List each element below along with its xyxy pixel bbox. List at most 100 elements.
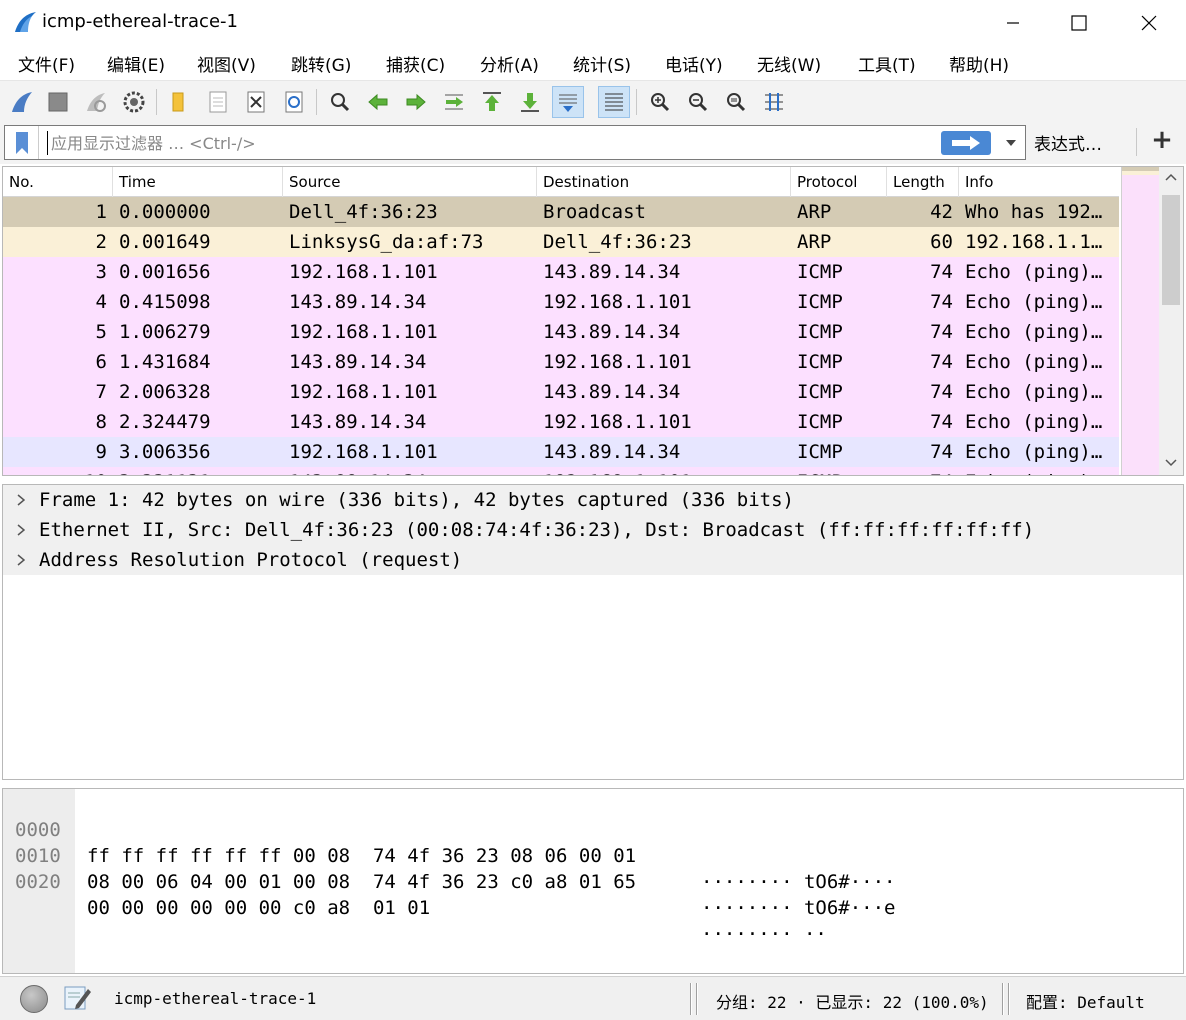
minimize-button[interactable] (990, 0, 1036, 46)
packet-row[interactable]: 6 1.431684 143.89.14.34 192.168.1.101 ICMP 74… (3, 347, 1119, 377)
detail-row-frame[interactable]: Frame 1: 42 bytes on wire (336 bits), 42… (3, 485, 1183, 515)
chevron-right-icon[interactable] (13, 545, 29, 575)
status-profile[interactable]: 配置: Default (1026, 989, 1145, 1013)
menu-help[interactable]: 帮助(H) (949, 51, 1009, 76)
normal-size-button[interactable] (720, 86, 752, 118)
scroll-up-icon[interactable] (1165, 173, 1177, 181)
byte-ascii[interactable]: ········ ·· (701, 921, 827, 947)
byte-hex[interactable]: 00 00 00 00 00 00 c0 a8 01 01 (87, 895, 430, 921)
cell-time: 2.324479 (119, 411, 211, 433)
scrollbar-thumb[interactable] (1162, 195, 1180, 305)
packet-row[interactable]: 2 0.001649 LinksysG_da:af:73 Dell_4f:36:23 A… (3, 227, 1119, 257)
expert-info-indicator[interactable] (20, 985, 48, 1013)
packet-list-minimap[interactable] (1121, 167, 1160, 475)
stop-capture-icon (48, 92, 68, 112)
start-capture-button[interactable] (6, 86, 38, 118)
cell-no: 3 (95, 261, 107, 283)
save-file-button[interactable] (202, 86, 234, 118)
cell-info: Echo (ping)… (965, 467, 1119, 475)
menu-analyze[interactable]: 分析(A) (480, 51, 539, 76)
menu-edit[interactable]: 编辑(E) (107, 51, 165, 76)
byte-hex[interactable]: 08 00 06 04 00 01 00 08 74 4f 36 23 c0 a… (87, 869, 636, 895)
byte-ascii[interactable]: ········ tO6#···· (701, 869, 895, 895)
go-back-button[interactable] (362, 86, 394, 118)
colorize-button[interactable] (598, 86, 630, 118)
packet-row[interactable]: 9 3.006356 192.168.1.101 143.89.14.34 ICMP 74… (3, 437, 1119, 467)
menu-capture[interactable]: 捕获(C) (386, 51, 445, 76)
cell-source: 192.168.1.101 (289, 441, 438, 463)
go-first-packet-button[interactable] (476, 86, 508, 118)
cell-destination: 192.168.1.101 (543, 467, 793, 475)
packet-row[interactable]: 7 2.006328 192.168.1.101 143.89.14.34 ICMP 74… (3, 377, 1119, 407)
reload-file-button[interactable] (278, 86, 310, 118)
go-forward-icon (406, 93, 426, 111)
packet-row-selected[interactable]: 1 0.000000 Dell_4f:36:23 Broadcast ARP 42 Who … (3, 197, 1119, 227)
restart-capture-button[interactable] (80, 86, 112, 118)
apply-filter-button[interactable] (941, 131, 991, 155)
zoom-in-button[interactable] (644, 86, 676, 118)
go-back-icon (368, 93, 388, 111)
close-file-button[interactable] (240, 86, 272, 118)
chevron-right-icon[interactable] (13, 515, 29, 545)
menu-wireless[interactable]: 无线(W) (757, 51, 821, 76)
cell-no: 10 (3, 467, 111, 475)
chevron-right-icon[interactable] (13, 485, 29, 515)
menu-go[interactable]: 跳转(G) (291, 51, 351, 76)
packet-row[interactable]: 3 0.001656 192.168.1.101 143.89.14.34 ICMP 74… (3, 257, 1119, 287)
column-header-destination[interactable]: Destination (537, 167, 791, 197)
display-filter-input[interactable] (47, 131, 937, 155)
cell-no: 7 (95, 381, 107, 403)
column-header-time[interactable]: Time (113, 167, 283, 197)
expression-button[interactable]: 表达式… (1034, 130, 1102, 155)
add-filter-button[interactable]: + (1150, 127, 1174, 153)
menu-view[interactable]: 视图(V) (197, 51, 256, 76)
column-header-protocol[interactable]: Protocol (791, 167, 887, 197)
find-packet-button[interactable] (324, 86, 356, 118)
zoom-out-button[interactable] (682, 86, 714, 118)
byte-offset: 0020 (15, 871, 61, 893)
restart-capture-icon (87, 93, 106, 112)
column-header-length[interactable]: Length (887, 167, 959, 197)
go-to-packet-button[interactable] (438, 86, 470, 118)
cell-time: 3.331131 (119, 467, 283, 475)
byte-ascii[interactable]: ········ tO6#···e (701, 895, 895, 921)
capture-comment-icon[interactable] (62, 983, 92, 1013)
wireshark-logo-icon (15, 12, 36, 32)
column-header-info[interactable]: Info (959, 167, 1119, 197)
auto-scroll-button[interactable] (552, 86, 584, 118)
go-forward-button[interactable] (400, 86, 432, 118)
cell-source: 143.89.14.34 (289, 411, 427, 433)
maximize-button[interactable] (1056, 0, 1102, 46)
detail-row-arp[interactable]: Address Resolution Protocol (request) (3, 545, 1183, 575)
cell-protocol: ICMP (797, 411, 843, 433)
scroll-down-icon[interactable] (1165, 459, 1177, 467)
menu-statistics[interactable]: 统计(S) (573, 51, 631, 76)
filter-history-dropdown[interactable] (999, 131, 1023, 155)
packet-list-scrollbar[interactable] (1159, 167, 1183, 475)
packet-row[interactable]: 8 2.324479 143.89.14.34 192.168.1.101 ICMP 74… (3, 407, 1119, 437)
detail-row-ethernet[interactable]: Ethernet II, Src: Dell_4f:36:23 (00:08:7… (3, 515, 1183, 545)
resize-columns-button[interactable] (758, 86, 790, 118)
packet-row[interactable]: 5 1.006279 192.168.1.101 143.89.14.34 ICMP 74… (3, 317, 1119, 347)
packet-row[interactable]: 4 0.415098 143.89.14.34 192.168.1.101 ICMP 74… (3, 287, 1119, 317)
packet-row[interactable]: 10 3.331131 143.89.14.34 192.168.1.101 ICMP 7… (3, 467, 1119, 475)
stop-capture-button[interactable] (42, 86, 74, 118)
go-last-packet-icon (521, 93, 539, 112)
cell-protocol: ARP (797, 201, 832, 223)
go-last-packet-button[interactable] (514, 86, 546, 118)
cell-length: 74 (930, 441, 953, 463)
column-header-source[interactable]: Source (283, 167, 537, 197)
open-file-button[interactable] (162, 86, 194, 118)
menu-file[interactable]: 文件(F) (18, 51, 75, 76)
capture-options-button[interactable] (118, 86, 150, 118)
bytes-row: 0000 ff ff ff ff ff ff 00 08 74 4f 36 23… (3, 791, 895, 893)
menu-tools[interactable]: 工具(T) (858, 51, 916, 76)
detail-text: Ethernet II, Src: Dell_4f:36:23 (00:08:7… (39, 519, 1035, 541)
column-header-no[interactable]: No. (3, 167, 113, 197)
close-window-button[interactable] (1126, 0, 1172, 46)
menu-telephony[interactable]: 电话(Y) (665, 51, 723, 76)
filter-separator (1136, 128, 1137, 156)
byte-hex[interactable]: ff ff ff ff ff ff 00 08 74 4f 36 23 08 0… (87, 843, 636, 869)
filter-bookmark-button[interactable] (5, 126, 39, 159)
window-title: icmp-ethereal-trace-1 (42, 11, 238, 32)
